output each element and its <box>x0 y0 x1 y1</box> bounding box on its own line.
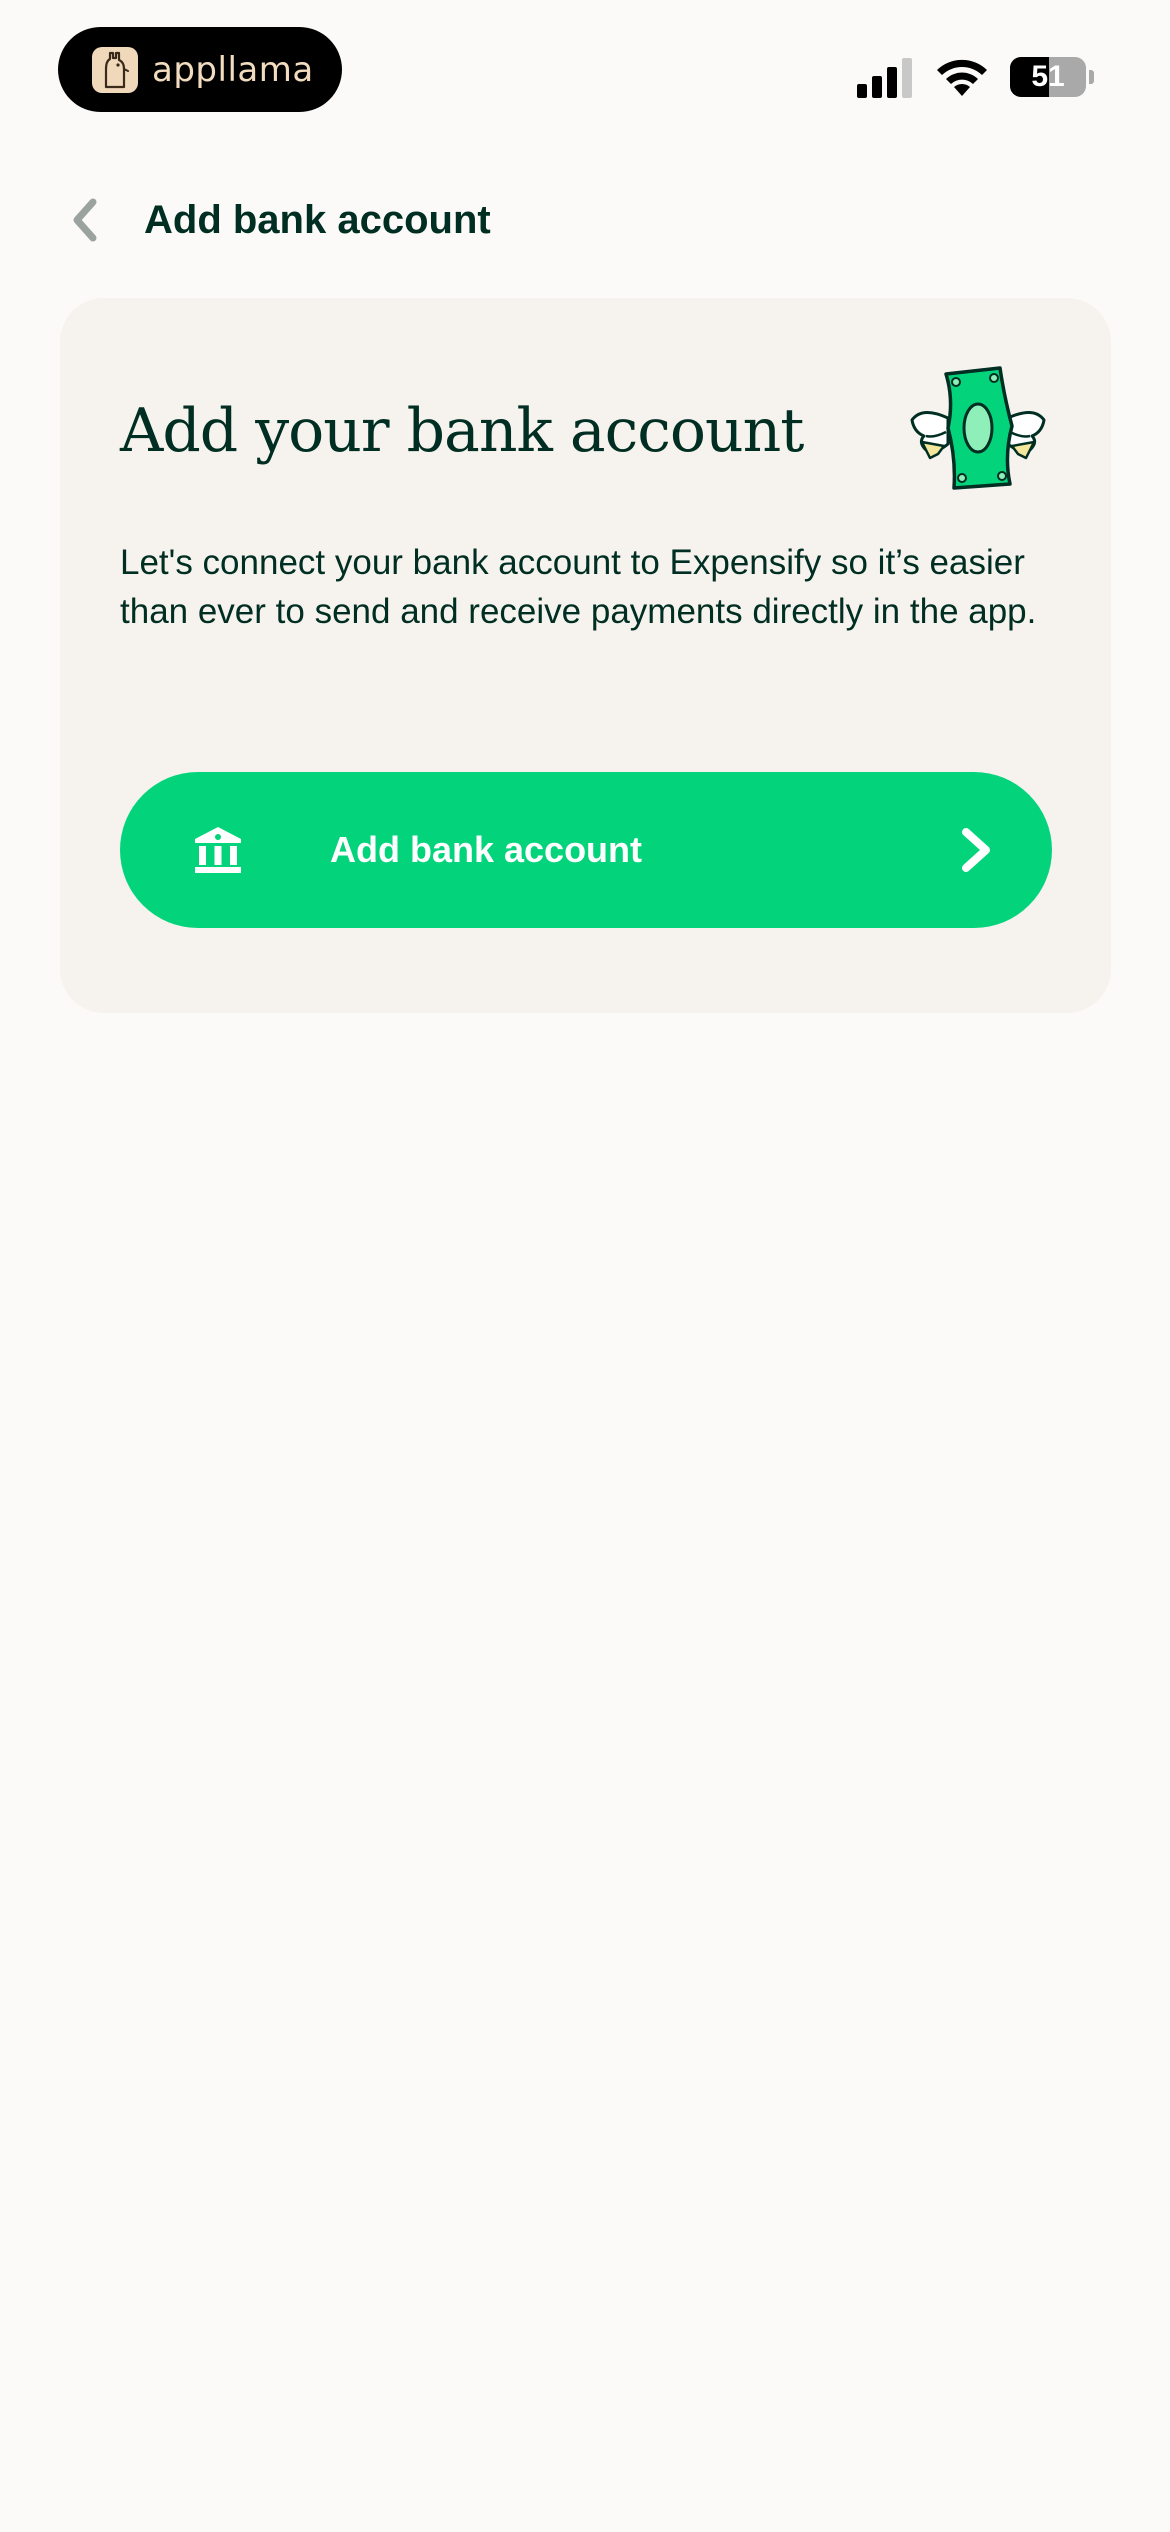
brand-pill: appllama <box>58 27 342 112</box>
page-header: Add bank account <box>0 180 1170 260</box>
page-title: Add bank account <box>144 198 491 242</box>
card-title: Add your bank account <box>120 396 804 466</box>
battery-level: 51 <box>1031 60 1065 93</box>
wifi-icon <box>937 59 987 96</box>
add-bank-account-label: Add bank account <box>330 829 643 870</box>
add-bank-card: Add your bank account Let's connect your… <box>60 298 1111 1013</box>
battery-body: 51 <box>1010 57 1086 97</box>
battery-tip <box>1089 70 1094 84</box>
battery-indicator: 51 <box>1010 57 1094 97</box>
status-bar: appllama 51 <box>0 0 1170 140</box>
add-bank-account-button[interactable]: Add bank account <box>120 772 1052 928</box>
bank-icon <box>195 827 241 873</box>
cellular-signal-icon <box>857 58 912 98</box>
flying-money-icon <box>910 366 1046 490</box>
llama-logo-icon <box>92 46 138 93</box>
screen: appllama 51 Add bank account Add your ba… <box>0 0 1170 2532</box>
back-button[interactable] <box>56 192 112 248</box>
brand-name: appllama <box>152 49 314 90</box>
chevron-left-icon <box>73 198 97 242</box>
card-description: Let's connect your bank account to Expen… <box>120 543 1037 631</box>
chevron-right-icon <box>962 828 990 872</box>
